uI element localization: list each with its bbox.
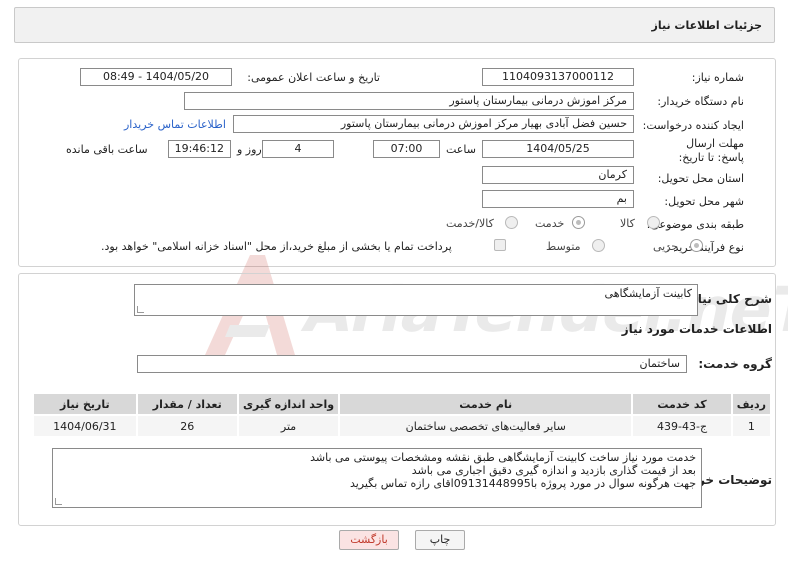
- page-title: جزئیات اطلاعات نیاز: [651, 19, 763, 32]
- category-option-service: خدمت: [535, 217, 565, 230]
- deadline-time-label: ساعت: [446, 143, 476, 156]
- category-label: طبقه بندی موضوعی:: [646, 218, 744, 231]
- table-row: 1 ج-43-439 سایر فعالیت‌های تخصصی ساختمان…: [32, 414, 773, 438]
- summary-field: کابینت آزمایشگاهی: [134, 284, 698, 316]
- buyer-contact-link[interactable]: اطلاعات تماس خریدار: [124, 118, 226, 131]
- summary-label: شرح کلی نیاز:: [686, 292, 772, 306]
- remaining-time-label: ساعت باقی مانده: [66, 143, 148, 156]
- buyer-org-label: نام دستگاه خریدار:: [657, 95, 744, 108]
- deadline-date-field: 1404/05/25: [482, 140, 634, 158]
- category-option-goods-service: کالا/خدمت: [446, 217, 494, 230]
- deadline-label: مهلت ارسال پاسخ: تا تاریخ:: [678, 137, 744, 164]
- need-number-field: 1104093137000112: [482, 68, 634, 86]
- cell-service-code: ج-43-439: [631, 414, 733, 438]
- purchase-option-medium: متوسط: [546, 240, 581, 253]
- col-service-code: کد خدمت: [631, 392, 733, 416]
- services-table: ردیف کد خدمت نام خدمت واحد اندازه گیری ت…: [32, 392, 773, 438]
- announce-datetime-field: 1404/05/20 - 08:49: [80, 68, 232, 86]
- city-field: بم: [482, 190, 634, 208]
- category-option-goods: کالا: [620, 217, 635, 230]
- col-unit: واحد اندازه گیری: [236, 392, 341, 416]
- cell-quantity: 26: [135, 414, 239, 438]
- col-need-date: تاریخ نیاز: [32, 392, 138, 416]
- remaining-time-field: 19:46:12: [168, 140, 231, 158]
- treasury-payment-checkbox[interactable]: [494, 239, 506, 251]
- page-header: جزئیات اطلاعات نیاز: [14, 7, 775, 43]
- col-row-number: ردیف: [730, 392, 773, 416]
- category-radio-goods[interactable]: [647, 216, 660, 229]
- buyer-notes-line-2: بعد از قیمت گذاری بازدید و اندازه گیری د…: [411, 464, 696, 477]
- services-section-title: اطلاعات خدمات مورد نیاز: [621, 322, 772, 336]
- back-button[interactable]: بازگشت: [339, 530, 399, 550]
- province-field: کرمان: [482, 166, 634, 184]
- cell-row-number: 1: [730, 414, 773, 438]
- category-radio-goods-service[interactable]: [505, 216, 518, 229]
- category-radio-service[interactable]: [572, 216, 585, 229]
- city-label: شهر محل تحویل:: [664, 195, 744, 208]
- summary-text: کابینت آزمایشگاهی: [604, 287, 692, 300]
- buyer-org-field: مرکز اموزش درمانی بیمارستان پاستور: [184, 92, 634, 110]
- days-label: روز و: [237, 143, 262, 156]
- purchase-radio-medium[interactable]: [592, 239, 605, 252]
- need-number-label: شماره نیاز:: [691, 71, 744, 84]
- treasury-payment-note: پرداخت تمام یا بخشی از مبلغ خرید،از محل …: [101, 240, 452, 253]
- requester-label: ایجاد کننده درخواست:: [642, 119, 744, 132]
- requester-field: حسین فضل آبادی بهیار مرکز اموزش درمانی ب…: [233, 115, 634, 133]
- deadline-time-field: 07:00: [373, 140, 440, 158]
- table-header-row: ردیف کد خدمت نام خدمت واحد اندازه گیری ت…: [32, 392, 773, 416]
- service-group-field: ساختمان: [137, 355, 687, 373]
- cell-service-name: سایر فعالیت‌های تخصصی ساختمان: [338, 414, 634, 438]
- cell-unit: متر: [236, 414, 341, 438]
- province-label: استان محل تحویل:: [657, 172, 744, 185]
- remaining-days-field: 4: [262, 140, 334, 158]
- service-group-label: گروه خدمت:: [698, 357, 772, 371]
- col-service-name: نام خدمت: [338, 392, 634, 416]
- resize-grip-icon: [137, 306, 144, 313]
- buyer-notes-field: خدمت مورد نیاز ساخت کابینت آزمایشگاهی طب…: [52, 448, 702, 508]
- cell-need-date: 1404/06/31: [32, 414, 138, 438]
- purchase-option-minor: جزیی: [653, 240, 679, 253]
- purchase-radio-minor[interactable]: [690, 239, 703, 252]
- print-button[interactable]: چاپ: [415, 530, 465, 550]
- resize-grip-icon: [55, 498, 62, 505]
- buyer-notes-line-1: خدمت مورد نیاز ساخت کابینت آزمایشگاهی طب…: [310, 451, 696, 464]
- col-quantity: تعداد / مقدار: [135, 392, 239, 416]
- buyer-notes-line-3: جهت هرگونه سوال در مورد پروژه با09131448…: [349, 477, 696, 490]
- announce-datetime-label: تاریخ و ساعت اعلان عمومی:: [247, 71, 380, 84]
